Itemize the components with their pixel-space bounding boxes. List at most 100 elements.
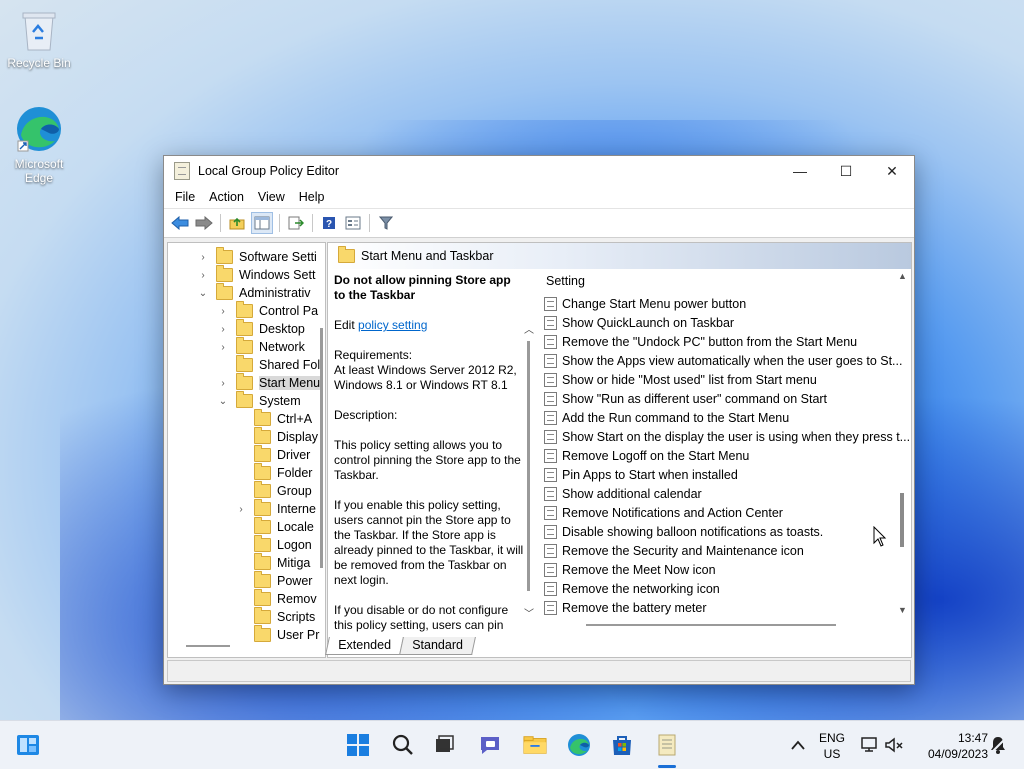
search-button[interactable] <box>391 733 415 757</box>
help-icon: ? <box>323 217 335 230</box>
list-scroll-down-icon[interactable]: ▼ <box>898 605 907 615</box>
menu-help[interactable]: Help <box>292 190 332 204</box>
notifications-button[interactable] <box>986 733 1010 757</box>
toolbar-separator <box>369 214 370 232</box>
tree-item[interactable]: Driver <box>234 445 310 464</box>
edge-taskbar-button[interactable] <box>567 733 591 757</box>
tree-item[interactable]: Locale <box>234 517 314 536</box>
tree-item[interactable]: Mitiga <box>234 553 310 572</box>
description-scroll-down-icon[interactable]: ﹀ <box>524 605 534 620</box>
tree-item[interactable]: › Control Pa <box>216 301 318 320</box>
tree-item[interactable]: ⌄ Administrativ <box>196 283 311 302</box>
setting-row[interactable]: Remove the networking icon <box>544 579 720 598</box>
chevron-right-icon[interactable]: › <box>216 306 230 317</box>
tree-vertical-scrollbar[interactable] <box>320 328 323 568</box>
setting-row[interactable]: Remove the Meet Now icon <box>544 560 716 579</box>
desktop-icon-microsoft-edge[interactable]: Microsoft Edge <box>4 105 74 185</box>
description-scrollbar-thumb[interactable] <box>527 341 530 591</box>
clock[interactable]: 13:47 04/09/2023 <box>912 730 988 762</box>
setting-row[interactable]: Show or hide "Most used" list from Start… <box>544 370 817 389</box>
chevron-right-icon[interactable]: › <box>216 378 230 389</box>
chevron-right-icon[interactable]: › <box>196 252 210 263</box>
chevron-right-icon[interactable]: › <box>196 270 210 281</box>
show-hidden-icons-button[interactable] <box>786 733 810 757</box>
task-view-button[interactable] <box>432 733 456 757</box>
setting-row[interactable]: Show QuickLaunch on Taskbar <box>544 313 734 332</box>
start-button[interactable] <box>346 733 370 757</box>
tree-horizontal-scrollbar[interactable] <box>186 645 230 647</box>
description-scroll-up-icon[interactable]: ︿ <box>524 321 534 336</box>
teams-chat-button[interactable] <box>478 733 502 757</box>
help-button[interactable]: ? <box>319 213 339 233</box>
setting-row[interactable]: Add the Run command to the Start Menu <box>544 408 789 427</box>
setting-row[interactable]: Remove Logoff on the Start Menu <box>544 446 749 465</box>
export-list-button[interactable] <box>286 213 306 233</box>
pane-header: Start Menu and Taskbar <box>328 243 911 269</box>
setting-row[interactable]: Remove the "Undock PC" button from the S… <box>544 332 857 351</box>
setting-row[interactable]: Remove the Security and Maintenance icon <box>544 541 804 560</box>
policy-editor-taskbar-button[interactable] <box>655 733 679 757</box>
back-button[interactable] <box>170 213 190 233</box>
tree-item[interactable]: Ctrl+A <box>234 409 312 428</box>
file-explorer-button[interactable] <box>523 733 547 757</box>
widgets-button[interactable] <box>16 733 40 757</box>
tree-item[interactable]: Group <box>234 481 312 500</box>
desktop-icon-recycle-bin[interactable]: Recycle Bin <box>4 10 74 70</box>
tree-item[interactable]: ⌄ System <box>216 391 301 410</box>
close-button[interactable]: ✕ <box>869 156 915 186</box>
tree-item[interactable]: Folder <box>234 463 312 482</box>
properties-button[interactable] <box>343 213 363 233</box>
setting-row[interactable]: Pin Apps to Start when installed <box>544 465 738 484</box>
tree-item[interactable]: Remov <box>234 589 317 608</box>
tree-item[interactable]: Logon <box>234 535 312 554</box>
chevron-right-icon[interactable]: › <box>216 324 230 335</box>
setting-row[interactable]: Disable showing balloon notifications as… <box>544 522 823 541</box>
filter-button[interactable] <box>376 213 396 233</box>
chevron-right-icon[interactable]: › <box>216 342 230 353</box>
list-scroll-up-icon[interactable]: ▲ <box>898 271 907 281</box>
notification-bell-icon <box>989 737 1007 755</box>
setting-row[interactable]: Show the Apps view automatically when th… <box>544 351 902 370</box>
store-button[interactable] <box>610 733 634 757</box>
input-language-indicator[interactable]: ENG US <box>816 730 848 762</box>
minimize-button[interactable]: — <box>777 156 823 186</box>
setting-row[interactable]: Show "Run as different user" command on … <box>544 389 827 408</box>
mouse-cursor-icon <box>873 526 887 547</box>
forward-button[interactable] <box>194 213 214 233</box>
tree-item[interactable]: Scripts <box>234 607 315 626</box>
tree-item[interactable]: › Start Menu <box>216 373 321 392</box>
menu-view[interactable]: View <box>251 190 292 204</box>
chevron-down-icon[interactable]: ⌄ <box>196 288 210 299</box>
setting-row[interactable]: Change Start Menu power button <box>544 294 746 313</box>
edit-policy-setting-link[interactable]: policy setting <box>358 318 427 332</box>
up-one-level-button[interactable] <box>227 213 247 233</box>
volume-button[interactable] <box>882 733 906 757</box>
setting-row[interactable]: Remove the battery meter <box>544 598 707 617</box>
tree-item[interactable]: › Network <box>216 337 305 356</box>
menu-action[interactable]: Action <box>202 190 251 204</box>
tree-item[interactable]: Power <box>234 571 312 590</box>
tab-standard[interactable]: Standard <box>398 637 476 655</box>
tab-extended[interactable]: Extended <box>325 637 404 655</box>
chevron-right-icon[interactable]: › <box>234 504 248 515</box>
tree-item[interactable]: User Pr <box>234 625 319 644</box>
search-icon <box>392 734 413 755</box>
column-header-setting[interactable]: Setting <box>546 274 585 288</box>
setting-row[interactable]: Remove Notifications and Action Center <box>544 503 783 522</box>
list-horizontal-scrollbar[interactable] <box>586 624 836 626</box>
network-button[interactable] <box>858 733 882 757</box>
tree-item[interactable]: › Desktop <box>216 319 305 338</box>
list-scrollbar-thumb[interactable] <box>900 493 904 547</box>
show-hide-console-tree-button[interactable] <box>251 212 273 234</box>
tree-item[interactable]: Shared Fol <box>216 355 320 374</box>
menu-file[interactable]: File <box>168 190 202 204</box>
tree-item[interactable]: › Software Setti <box>196 247 317 266</box>
tree-item[interactable]: › Interne <box>234 499 316 518</box>
chevron-down-icon[interactable]: ⌄ <box>216 396 230 407</box>
tree-item[interactable]: Display <box>234 427 318 446</box>
maximize-button[interactable]: ☐ <box>823 156 869 186</box>
setting-row[interactable]: Show additional calendar <box>544 484 702 503</box>
tree-item[interactable]: › Windows Sett <box>196 265 315 284</box>
title-bar[interactable]: Local Group Policy Editor — ☐ ✕ <box>164 156 914 186</box>
setting-row[interactable]: Show Start on the display the user is us… <box>544 427 910 446</box>
